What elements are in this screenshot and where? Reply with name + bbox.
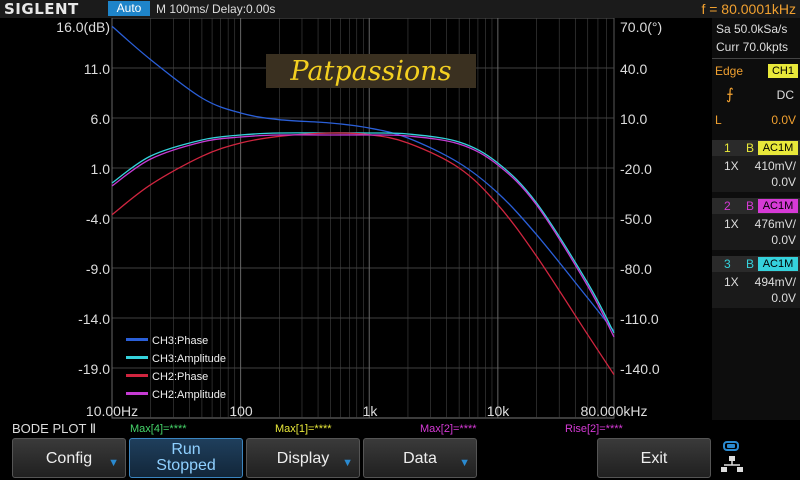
legend-swatch xyxy=(126,392,148,395)
top-status-bar: SIGLENT Auto M 100ms/ Delay:0.00s f = 80… xyxy=(0,0,800,18)
channel-number: 1 xyxy=(724,141,731,155)
legend-label: CH3:Phase xyxy=(152,335,208,347)
bottom-axis-label: 10k xyxy=(487,403,511,419)
bode-plot-area: 16.0(dB) 11.0 6.0 1.0 -4.0 -9.0 -14.0 -1… xyxy=(56,18,662,419)
bandwidth-limit: B xyxy=(746,257,755,271)
series-line-ch2-amplitude xyxy=(111,134,615,338)
channel-coupling: AC1M xyxy=(758,199,798,213)
right-axis-label: 10.0 xyxy=(620,111,647,127)
vertical-offset: 0.0V xyxy=(771,233,796,247)
right-axis-label: -110.0 xyxy=(620,311,659,327)
probe-ratio: 1X xyxy=(724,275,739,289)
right-axis-label: -80.0 xyxy=(620,261,652,277)
trigger-type: Edge xyxy=(715,64,744,78)
measurement-readout: Max[4]=**** xyxy=(130,423,187,435)
legend-label: CH3:Amplitude xyxy=(152,353,226,365)
down-arrow-icon: ▼ xyxy=(108,457,119,469)
channel-number: 2 xyxy=(724,199,731,213)
right-axis-label: 40.0 xyxy=(620,61,647,77)
bottom-axis-label: 80.000kHz xyxy=(581,403,648,419)
legend-swatch xyxy=(126,356,148,359)
left-axis-label: -19.0 xyxy=(78,361,110,377)
measurement-readout: Max[2]=**** xyxy=(420,423,477,435)
trigger-coupling: DC xyxy=(776,88,794,102)
watermark: Patpassions xyxy=(266,54,476,88)
data-button[interactable]: Data ▼ xyxy=(363,438,477,478)
bode-plot-title: BODE PLOT Ⅱ xyxy=(12,421,97,436)
exit-button[interactable]: Exit xyxy=(597,438,711,478)
left-axis-label: -9.0 xyxy=(86,261,110,277)
right-axis-label: -20.0 xyxy=(620,161,652,177)
timebase-readout: M 100ms/ Delay:0.00s xyxy=(156,2,276,16)
right-axis-label: -50.0 xyxy=(620,211,652,227)
watermark-text: Patpassions xyxy=(289,56,451,87)
acquisition-mode-badge[interactable]: Auto xyxy=(108,1,150,16)
trigger-level-value: 0.0V xyxy=(771,113,796,127)
memory-depth: Curr 70.0kpts xyxy=(716,40,789,54)
right-axis-label: -140.0 xyxy=(620,361,660,377)
trigger-source-badge: CH1 xyxy=(768,64,798,78)
softkey-menu: Config ▼ Run Stopped Display ▼ Data ▼ Exi… xyxy=(0,438,800,480)
legend-label: CH2:Phase xyxy=(152,371,208,383)
left-axis-label: 1.0 xyxy=(91,161,111,177)
frequency-readout: f = 80.0001kHz xyxy=(701,1,796,17)
display-button[interactable]: Display ▼ xyxy=(246,438,360,478)
usb-network-icon[interactable] xyxy=(718,440,746,476)
measurement-readout: Max[1]=**** xyxy=(275,423,332,435)
measurement-bar: BODE PLOT Ⅱ Max[4]=**** Max[1]=**** Max[… xyxy=(0,420,800,438)
left-axis-label: -4.0 xyxy=(86,211,110,227)
bandwidth-limit: B xyxy=(746,141,755,155)
left-axis-label: 16.0(dB) xyxy=(56,19,110,35)
channel-1-panel[interactable]: 1 B AC1M 1X 410mV/ 0.0V xyxy=(712,140,800,192)
legend-swatch xyxy=(126,374,148,377)
vertical-offset: 0.0V xyxy=(771,291,796,305)
vertical-offset: 0.0V xyxy=(771,175,796,189)
channel-2-panel[interactable]: 2 B AC1M 1X 476mV/ 0.0V xyxy=(712,198,800,250)
config-button[interactable]: Config ▼ xyxy=(12,438,126,478)
brand-logo: SIGLENT xyxy=(4,0,79,18)
down-arrow-icon: ▼ xyxy=(459,457,470,469)
left-axis-label: 6.0 xyxy=(91,111,111,127)
left-axis-label: 11.0 xyxy=(84,61,110,77)
legend-label: CH2:Amplitude xyxy=(152,389,226,401)
down-arrow-icon: ▼ xyxy=(342,457,353,469)
probe-ratio: 1X xyxy=(724,159,739,173)
button-label: Run Stopped xyxy=(156,441,216,474)
trigger-level-label: L xyxy=(715,113,722,127)
probe-ratio: 1X xyxy=(724,217,739,231)
button-label: Exit xyxy=(640,450,668,467)
channel-3-panel[interactable]: 3 B AC1M 1X 494mV/ 0.0V xyxy=(712,256,800,308)
bottom-axis-label: 10.00Hz xyxy=(86,403,138,419)
legend-swatch xyxy=(126,338,148,341)
vertical-scale: 410mV/ xyxy=(754,159,796,173)
trigger-panel[interactable]: Edge CH1 xyxy=(712,62,800,80)
vertical-scale: 494mV/ xyxy=(754,275,796,289)
measurement-readout: Rise[2]=**** xyxy=(565,423,623,435)
channel-coupling: AC1M xyxy=(758,141,798,155)
bottom-axis-label: 100 xyxy=(229,403,253,419)
right-info-panel: Sa 50.0kSa/s Curr 70.0kpts Edge CH1 ⨍ DC… xyxy=(712,18,800,420)
sample-rate: Sa 50.0kSa/s xyxy=(716,22,788,36)
vertical-scale: 476mV/ xyxy=(754,217,796,231)
channel-number: 3 xyxy=(724,257,731,271)
run-stopped-button[interactable]: Run Stopped xyxy=(129,438,243,478)
channel-coupling: AC1M xyxy=(758,257,798,271)
rising-edge-icon: ⨍ xyxy=(726,86,734,103)
left-axis-label: -14.0 xyxy=(78,311,110,327)
bottom-axis-label: 1k xyxy=(363,403,379,419)
bandwidth-limit: B xyxy=(746,199,755,213)
right-axis-label: 70.0(°) xyxy=(620,19,662,35)
